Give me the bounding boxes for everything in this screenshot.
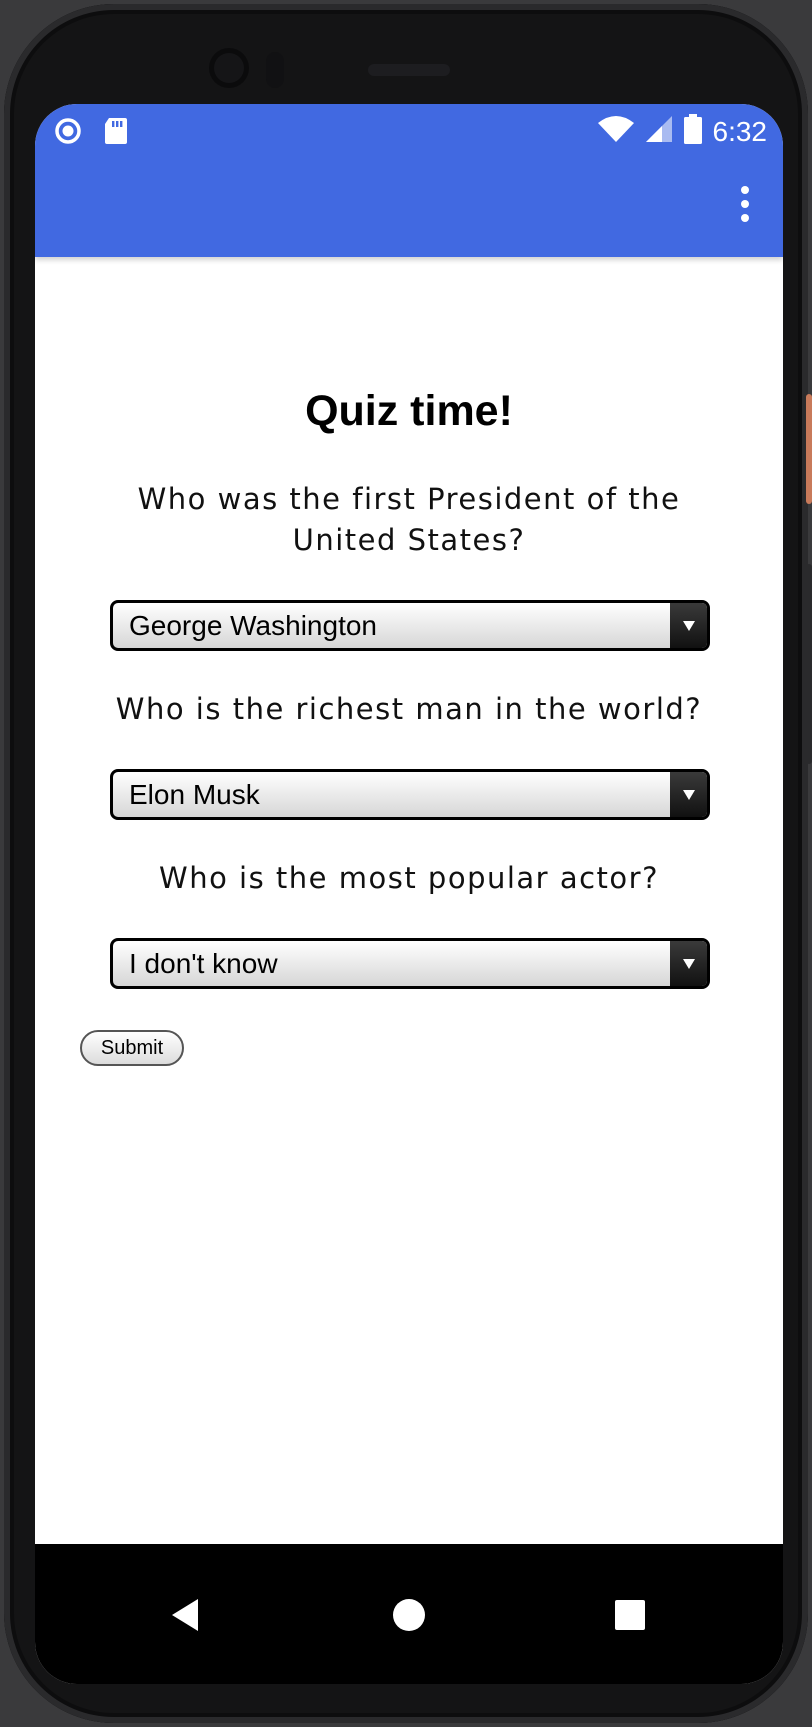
menu-dot [741, 214, 749, 222]
wifi-icon [597, 115, 635, 148]
answer-3-select[interactable]: I don't know [110, 938, 710, 989]
question-2-text: Who is the richest man in the world? [115, 692, 703, 726]
question-3-text: Who is the most popular actor? [159, 861, 659, 895]
home-icon[interactable] [374, 1580, 444, 1650]
sd-card-icon [103, 116, 129, 151]
more-vert-icon[interactable] [733, 186, 757, 222]
answer-1-select[interactable]: George Washington [110, 600, 710, 651]
dropdown-arrow-icon [670, 603, 707, 648]
answer-2-select[interactable]: Elon Musk [110, 769, 710, 820]
status-bar-right: 6:32 [597, 114, 768, 149]
menu-dot [741, 200, 749, 208]
app-bar: 6:32 [35, 104, 783, 257]
circle-notification-icon [53, 116, 83, 151]
submit-button[interactable]: Submit [80, 1030, 184, 1066]
question-1-text: Who was the first President of the Unite… [137, 482, 681, 557]
answer-1-value: George Washington [129, 610, 377, 641]
answer-3-value: I don't know [129, 948, 278, 979]
phone-screen: 6:32 Quiz time! Who was the first Presid… [35, 104, 783, 1684]
battery-icon [683, 114, 703, 149]
menu-dot [741, 186, 749, 194]
answer-2-value: Elon Musk [129, 779, 260, 810]
volume-button [806, 564, 812, 764]
signal-icon [645, 115, 673, 148]
front-camera [209, 48, 249, 88]
dropdown-arrow-icon [670, 941, 707, 986]
quiz-title: Quiz time! [305, 387, 513, 435]
power-button [806, 394, 812, 504]
status-bar-left [53, 116, 129, 151]
phone-frame: 6:32 Quiz time! Who was the first Presid… [4, 4, 812, 1723]
dropdown-arrow-icon [670, 772, 707, 817]
navigation-bar [35, 1544, 783, 1684]
recents-icon[interactable] [595, 1580, 665, 1650]
status-time: 6:32 [712, 115, 768, 147]
proximity-sensor [266, 52, 284, 88]
back-icon[interactable] [150, 1580, 220, 1650]
earpiece-speaker [368, 64, 450, 76]
